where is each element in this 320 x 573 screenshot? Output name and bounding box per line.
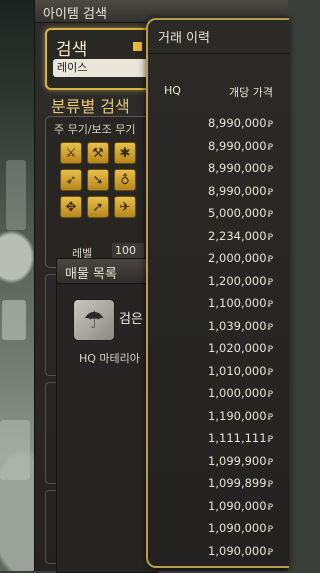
history-row: 8,990,000Ꝑ — [148, 157, 289, 180]
history-price: 1,111,111 — [208, 431, 267, 445]
item-search-title: 아이템 검색 — [43, 7, 107, 22]
history-row: 1,100,000Ꝑ — [148, 292, 289, 315]
gil-currency-icon: Ꝑ — [267, 480, 273, 490]
history-row: 1,099,900Ꝑ — [148, 450, 289, 473]
gil-currency-icon: Ꝑ — [267, 142, 273, 153]
history-price: 8,990,000 — [208, 116, 267, 130]
history-price: 1,039,000 — [208, 318, 267, 333]
history-row: 1,010,000Ꝑ — [148, 360, 289, 383]
column-header-hq: HQ — [164, 84, 181, 97]
history-price: 1,099,900 — [208, 453, 267, 468]
history-row: 8,990,000Ꝑ — [148, 135, 289, 158]
listings-title: 매물 목록 — [65, 267, 117, 282]
history-price: 2,234,000 — [208, 228, 267, 243]
history-price: 1,190,000 — [208, 408, 267, 423]
history-price: 1,090,000 — [208, 498, 267, 513]
gil-currency-icon: Ꝑ — [267, 187, 273, 198]
conjurer-icon[interactable]: ♁ — [114, 169, 136, 191]
history-row: 1,090,000Ꝑ — [148, 495, 289, 518]
history-price: 1,099,899 — [208, 476, 267, 490]
history-row: 8,990,000Ꝑ — [148, 112, 289, 135]
gil-currency-icon: Ꝑ — [267, 367, 273, 378]
listings-window: 매물 목록 ☂ 검은 HQ 마테리아 — [56, 258, 158, 573]
category-search-title: 분류별 검색 — [51, 97, 130, 116]
history-row: 1,000,000Ꝑ — [148, 382, 289, 405]
history-price: 1,200,000 — [208, 273, 267, 288]
history-price: 2,000,000 — [208, 251, 267, 265]
listings-titlebar[interactable]: 매물 목록 — [57, 259, 157, 284]
history-price: 8,990,000 — [208, 183, 267, 198]
history-row: 8,990,000Ꝑ — [148, 180, 289, 203]
history-row: 1,099,899Ꝑ — [148, 472, 289, 495]
gil-currency-icon: Ꝑ — [267, 322, 273, 333]
lancer-icon[interactable]: ➘ — [87, 169, 109, 191]
umbrella-icon[interactable]: ☂ — [73, 299, 115, 341]
gil-currency-icon: Ꝑ — [267, 435, 273, 445]
gil-currency-icon: Ꝑ — [267, 300, 273, 310]
history-row: 1,090,000Ꝑ — [148, 517, 289, 540]
history-price: 5,000,000 — [208, 206, 267, 220]
stone-block — [0, 420, 30, 480]
search-indicator-icon — [133, 42, 142, 51]
pugilist-icon[interactable]: ⚒ — [87, 142, 109, 164]
thaumaturge-icon[interactable]: ✥ — [60, 196, 82, 218]
history-price: 1,090,000 — [208, 543, 267, 558]
history-price: 1,090,000 — [208, 521, 267, 535]
history-list: 8,990,000Ꝑ 8,990,000Ꝑ 8,990,000Ꝑ 8,990,000Ꝑ… — [148, 112, 289, 562]
gil-currency-icon: Ꝑ — [267, 165, 273, 175]
gil-currency-icon: Ꝑ — [267, 345, 273, 355]
transaction-history-window: 거래 이력 HQ 개당 가격 8,990,000Ꝑ 8,990,000Ꝑ 8,990… — [146, 18, 289, 568]
history-row: 2,000,000Ꝑ — [148, 247, 289, 270]
gil-currency-icon: Ꝑ — [267, 255, 273, 265]
history-row: 1,090,000Ꝑ — [148, 540, 289, 563]
stone-block — [2, 300, 26, 340]
gil-currency-icon: Ꝑ — [267, 390, 273, 400]
search-label: 검색 — [56, 40, 88, 60]
gil-currency-icon: Ꝑ — [267, 412, 273, 423]
history-row: 1,039,000Ꝑ — [148, 315, 289, 338]
item-name: 검은 — [119, 312, 143, 327]
gil-currency-icon: Ꝑ — [267, 457, 273, 468]
title-divider — [148, 53, 289, 54]
history-price: 1,000,000 — [208, 386, 267, 400]
stone-block — [6, 160, 26, 230]
rogue-icon[interactable]: ➚ — [87, 196, 109, 218]
history-price: 1,010,000 — [208, 363, 267, 378]
category-subtitle: 주 무기/보조 무기 — [54, 123, 136, 136]
history-row: 2,234,000Ꝑ — [148, 225, 289, 248]
history-row: 1,020,000Ꝑ — [148, 337, 289, 360]
archer-icon[interactable]: ➶ — [60, 169, 82, 191]
history-price: 8,990,000 — [208, 161, 267, 175]
history-title: 거래 이력 — [158, 31, 210, 46]
history-row: 1,200,000Ꝑ — [148, 270, 289, 293]
gil-currency-icon: Ꝑ — [267, 232, 273, 243]
gil-currency-icon: Ꝑ — [267, 525, 273, 535]
history-price: 8,990,000 — [208, 138, 267, 153]
gil-currency-icon: Ꝑ — [267, 277, 273, 288]
gil-currency-icon: Ꝑ — [267, 120, 273, 130]
marauder-icon[interactable]: ✱ — [114, 142, 136, 164]
history-row: 5,000,000Ꝑ — [148, 202, 289, 225]
gil-currency-icon: Ꝑ — [267, 547, 273, 558]
history-row: 1,111,111Ꝑ — [148, 427, 289, 450]
gil-currency-icon: Ꝑ — [267, 502, 273, 513]
level-input[interactable]: 100 — [112, 243, 144, 259]
gil-currency-icon: Ꝑ — [267, 210, 273, 220]
listings-column-header: HQ 마테리아 — [79, 352, 140, 365]
gladiator-icon[interactable]: ⚔ — [60, 142, 82, 164]
history-price: 1,020,000 — [208, 341, 267, 355]
column-header-unit-price: 개당 가격 — [229, 86, 273, 99]
history-price: 1,100,000 — [208, 296, 267, 310]
machinist-icon[interactable]: ✈ — [114, 196, 136, 218]
history-row: 1,190,000Ꝑ — [148, 405, 289, 428]
